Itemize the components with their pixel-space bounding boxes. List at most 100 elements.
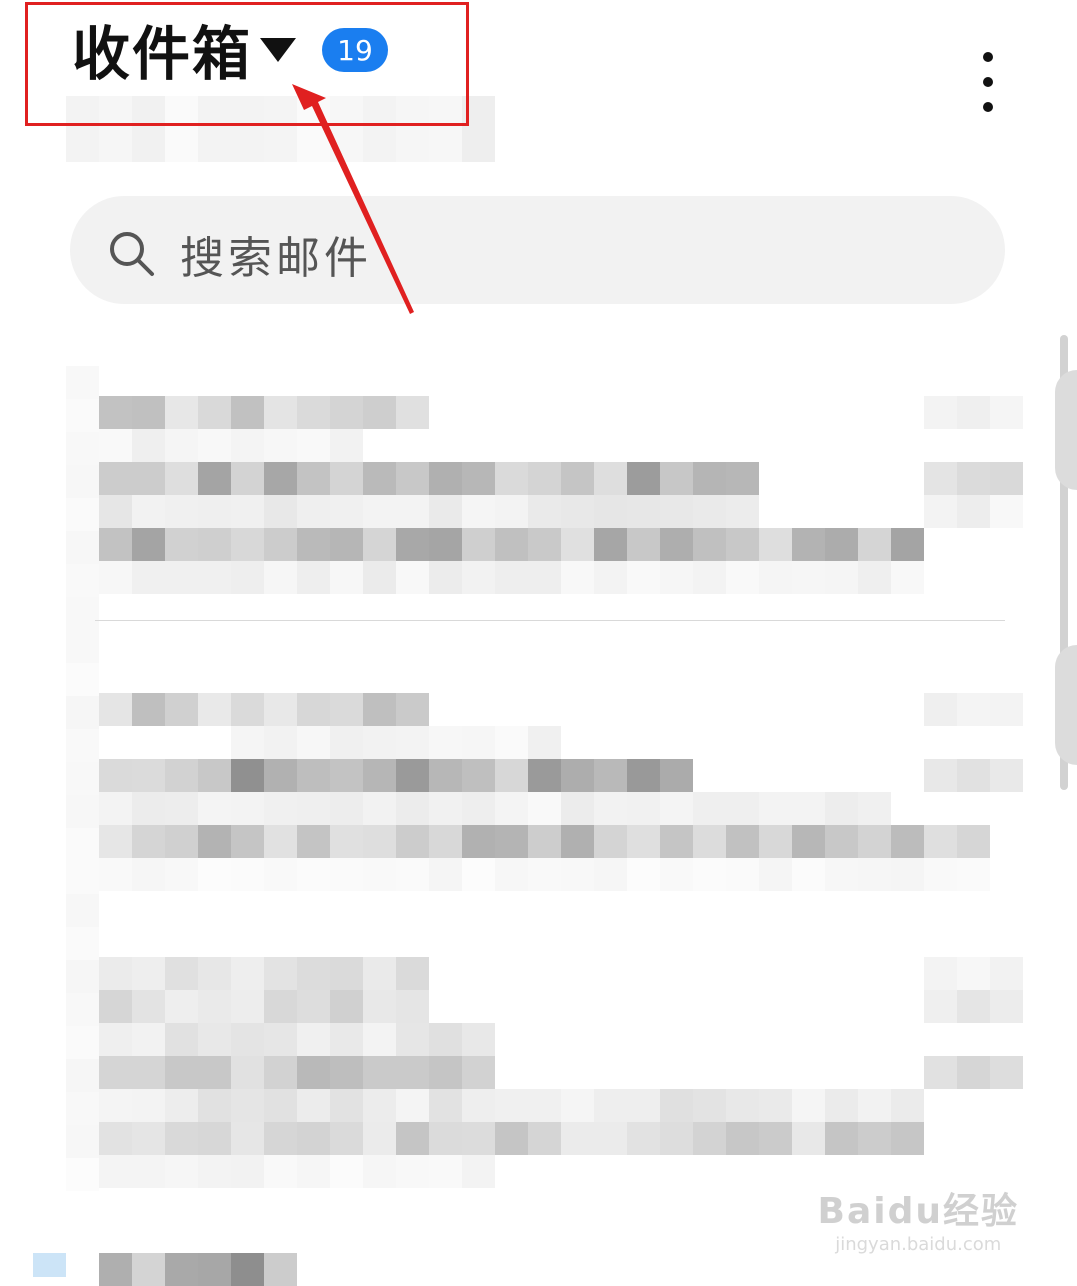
mosaic-pixel [330, 990, 363, 1023]
mosaic-pixel [66, 1059, 99, 1092]
mosaic-pixel [297, 528, 330, 561]
mosaic-pixel [99, 495, 132, 528]
mosaic-pixel [495, 495, 528, 528]
mosaic-pixel [528, 528, 561, 561]
mosaic-pixel [198, 858, 231, 891]
mosaic-pixel [429, 462, 462, 495]
mosaic-pixel [132, 396, 165, 429]
mosaic-pixel [330, 759, 363, 792]
mosaic-pixel [66, 564, 99, 597]
mosaic-pixel [594, 825, 627, 858]
mosaic-pixel [429, 96, 462, 162]
mosaic-pixel [396, 759, 429, 792]
mosaic-pixel [297, 495, 330, 528]
mosaic-pixel [165, 528, 198, 561]
mosaic-pixel [198, 462, 231, 495]
mosaic-pixel [495, 726, 528, 759]
mosaic-pixel [627, 792, 660, 825]
mosaic-pixel [462, 792, 495, 825]
mosaic-pixel [891, 825, 924, 858]
mosaic-pixel [561, 1089, 594, 1122]
mosaic-pixel [66, 927, 99, 960]
mosaic-pixel [66, 993, 99, 1026]
mosaic-pixel [594, 1122, 627, 1155]
mosaic-pixel [99, 1253, 132, 1286]
mosaic-pixel [726, 1089, 759, 1122]
mosaic-pixel [561, 561, 594, 594]
mosaic-pixel [396, 957, 429, 990]
mosaic-pixel [825, 792, 858, 825]
mosaic-pixel [429, 528, 462, 561]
mosaic-pixel [165, 1155, 198, 1188]
mosaic-pixel [165, 1122, 198, 1155]
mosaic-pixel [264, 396, 297, 429]
mosaic-pixel [231, 495, 264, 528]
mosaic-pixel [132, 462, 165, 495]
mosaic-pixel [132, 1023, 165, 1056]
mosaic-pixel [990, 1056, 1023, 1089]
watermark-main: Baidu经验 [817, 1191, 1019, 1232]
mosaic-pixel [429, 1155, 462, 1188]
mosaic-pixel [363, 1155, 396, 1188]
mosaic-pixel [792, 1122, 825, 1155]
mosaic-pixel [231, 561, 264, 594]
mosaic-pixel [660, 495, 693, 528]
mosaic-pixel [330, 858, 363, 891]
mosaic-pixel [99, 1089, 132, 1122]
mosaic-pixel [924, 825, 957, 858]
mosaic-pixel [924, 990, 957, 1023]
mosaic-pixel [264, 1089, 297, 1122]
mosaic-pixel [462, 96, 495, 162]
mosaic-pixel [396, 1056, 429, 1089]
mosaic-pixel [297, 1155, 330, 1188]
mosaic-pixel [990, 957, 1023, 990]
mosaic-pixel [660, 528, 693, 561]
watermark: Baidu经验 jingyan.baidu.com [818, 1182, 1019, 1255]
mosaic-pixel [726, 528, 759, 561]
mosaic-pixel [231, 693, 264, 726]
mosaic-pixel [264, 759, 297, 792]
mosaic-pixel [396, 1122, 429, 1155]
mosaic-pixel [396, 495, 429, 528]
mosaic-pixel [660, 825, 693, 858]
mosaic-pixel [462, 1155, 495, 1188]
mosaic-pixel [132, 825, 165, 858]
mosaic-pixel [264, 858, 297, 891]
mosaic-pixel [99, 1023, 132, 1056]
mosaic-pixel [198, 759, 231, 792]
mosaic-pixel [792, 792, 825, 825]
mosaic-pixel [132, 693, 165, 726]
mosaic-pixel [165, 1056, 198, 1089]
mosaic-pixel [264, 96, 297, 162]
mosaic-pixel [363, 528, 396, 561]
mosaic-pixel [132, 759, 165, 792]
mosaic-pixel [957, 957, 990, 990]
mosaic-pixel [561, 528, 594, 561]
mosaic-pixel [132, 1122, 165, 1155]
mosaic-pixel [528, 462, 561, 495]
triangle-down-icon[interactable] [260, 38, 296, 62]
mosaic-pixel [561, 759, 594, 792]
mosaic-pixel [363, 990, 396, 1023]
vertical-ellipsis-icon[interactable] [972, 52, 1004, 112]
mosaic-pixel [429, 1089, 462, 1122]
mosaic-pixel [495, 858, 528, 891]
mosaic-pixel [462, 495, 495, 528]
mosaic-pixel [462, 759, 495, 792]
mosaic-pixel [594, 561, 627, 594]
mosaic-pixel [297, 726, 330, 759]
mosaic-pixel [660, 1122, 693, 1155]
mosaic-pixel [198, 990, 231, 1023]
mosaic-pixel [231, 462, 264, 495]
mosaic-pixel [66, 1125, 99, 1158]
mosaic-pixel [957, 693, 990, 726]
mosaic-pixel [330, 1089, 363, 1122]
page-title[interactable]: 收件箱 [72, 18, 252, 90]
mosaic-pixel [165, 396, 198, 429]
mosaic-pixel [198, 1023, 231, 1056]
mosaic-pixel [99, 96, 132, 162]
mosaic-pixel [429, 858, 462, 891]
mosaic-pixel [231, 396, 264, 429]
mosaic-pixel [231, 858, 264, 891]
mosaic-pixel [330, 792, 363, 825]
